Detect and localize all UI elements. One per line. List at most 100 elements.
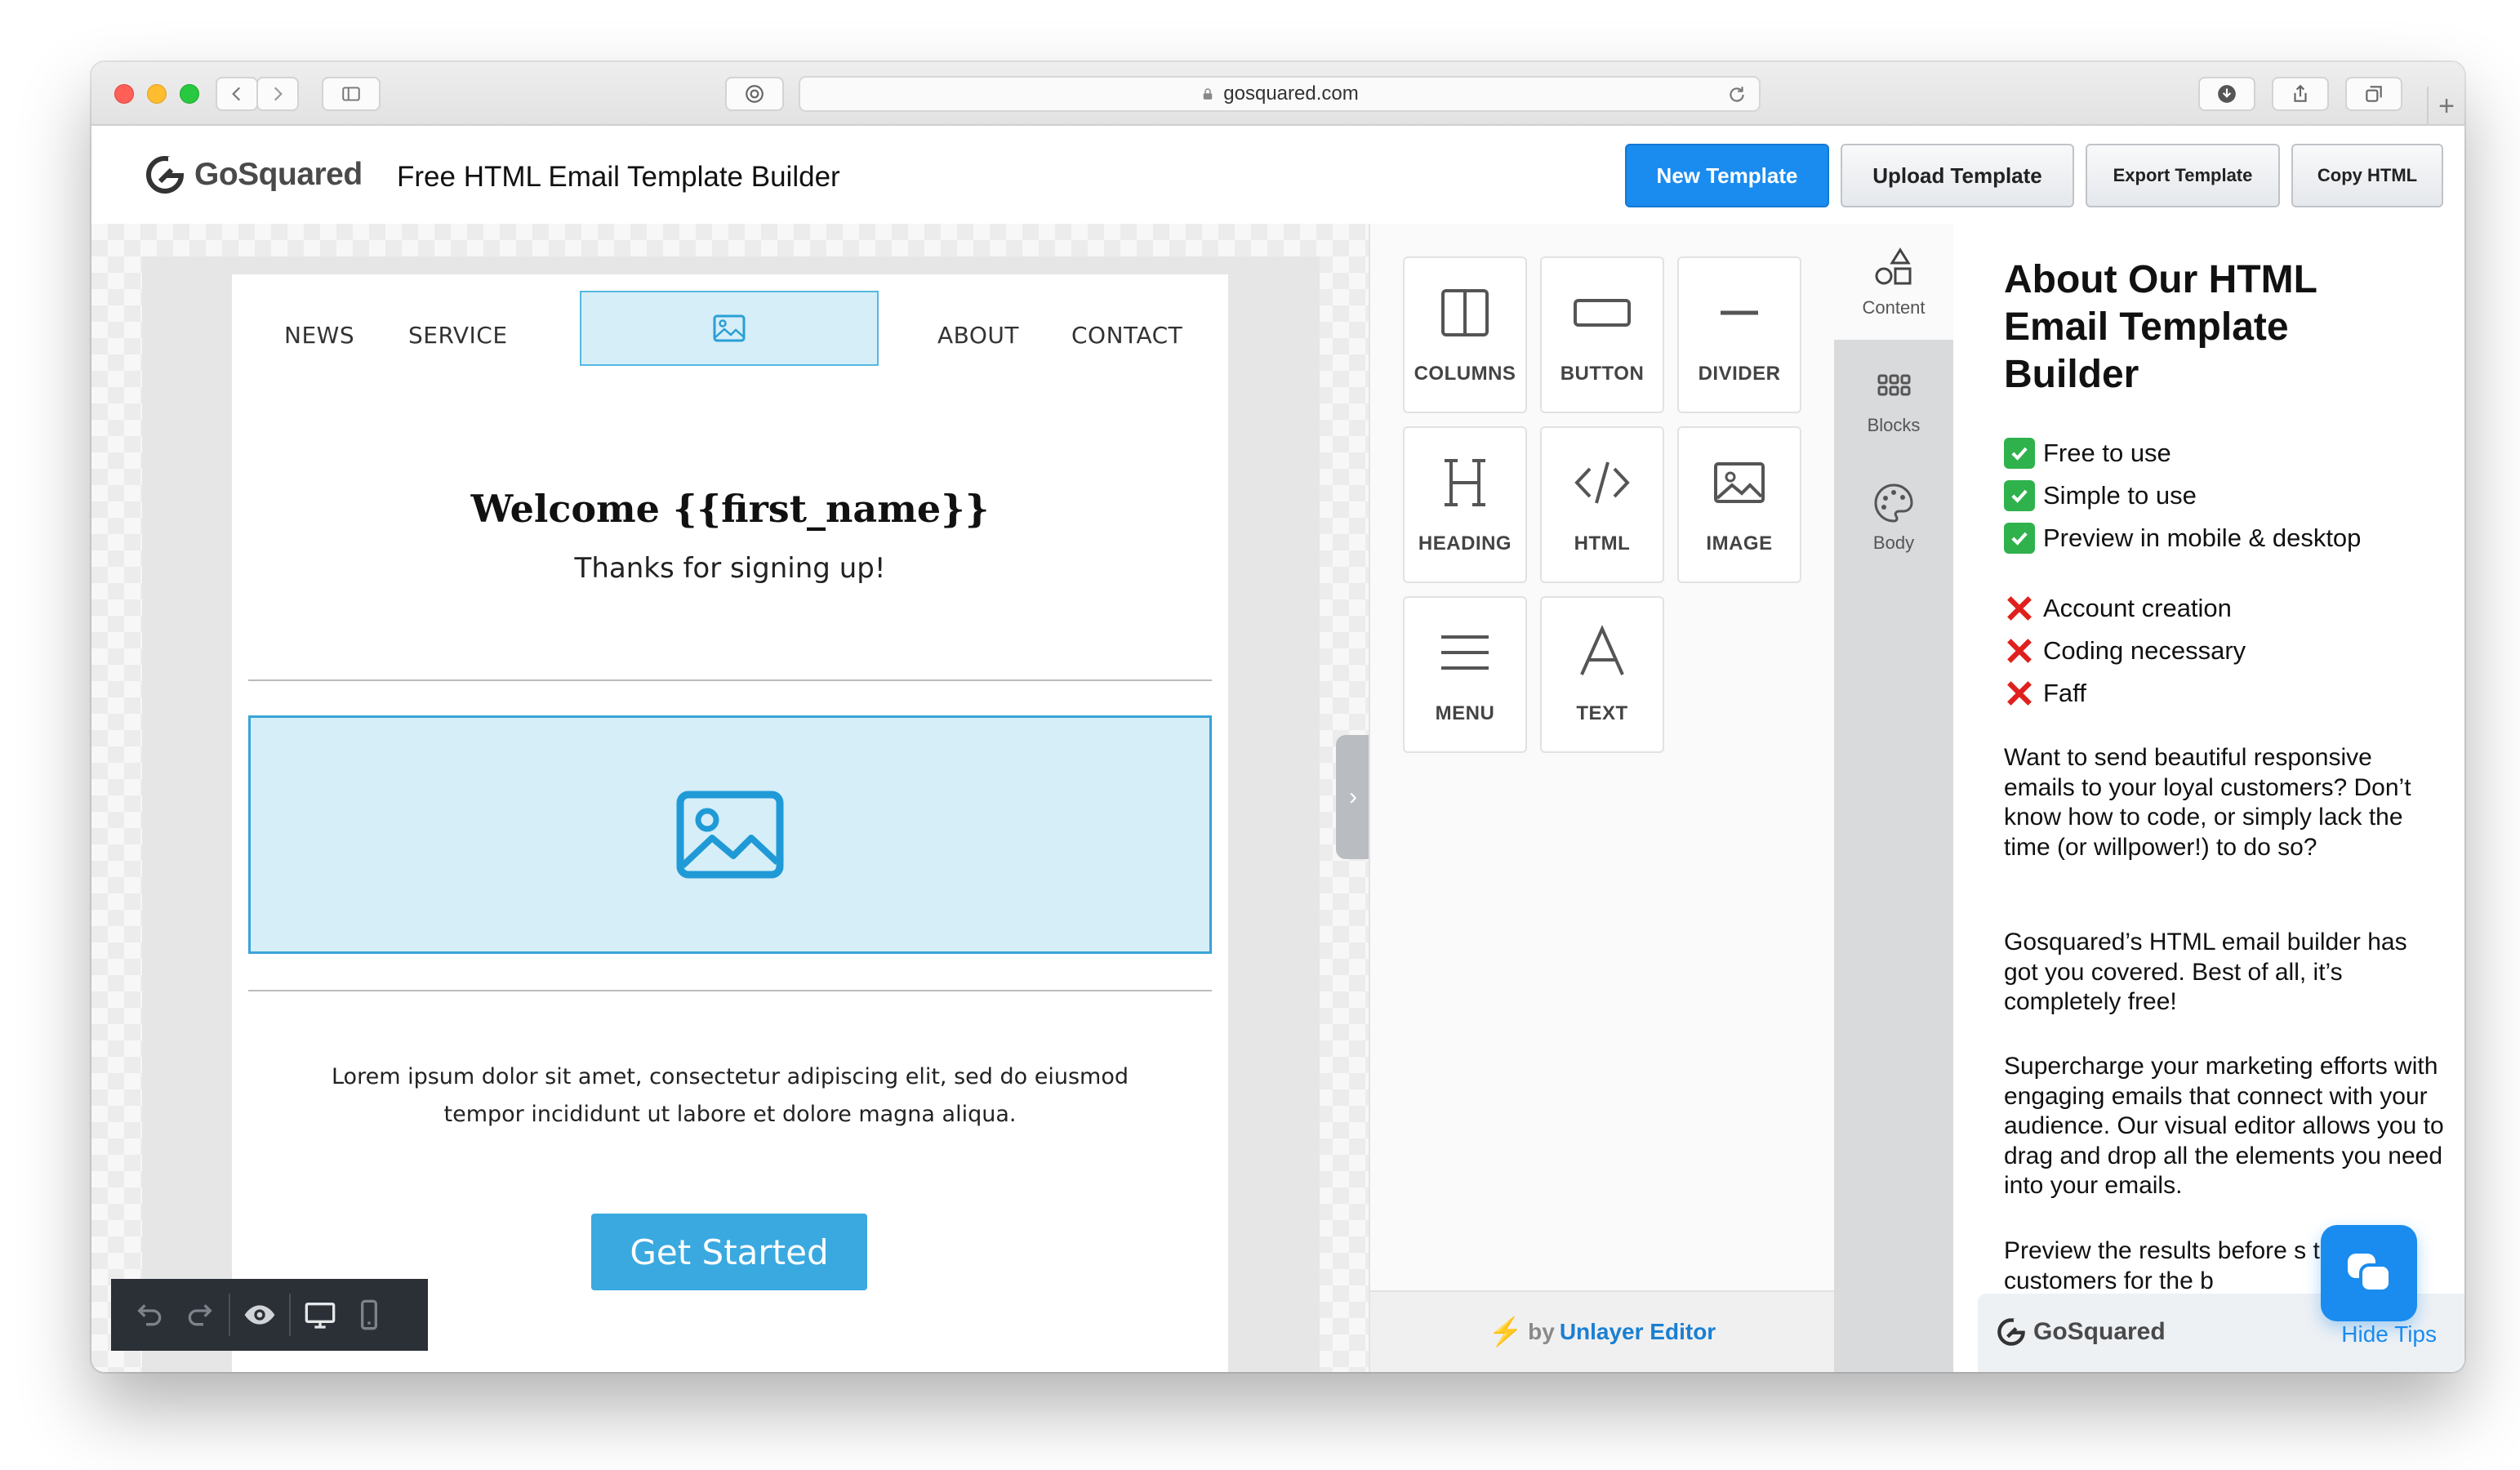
minimize-window-button[interactable] bbox=[147, 84, 167, 104]
redo-button[interactable] bbox=[175, 1279, 224, 1351]
tips-paragraph: Want to send beautiful responsive emails… bbox=[2004, 744, 2411, 861]
email-nav-news[interactable]: NEWS bbox=[284, 322, 354, 349]
gosquared-logo[interactable]: GoSquared bbox=[1996, 1316, 2166, 1348]
new-template-button[interactable]: New Template bbox=[1625, 144, 1829, 207]
grid-icon bbox=[1877, 374, 1911, 396]
address-url: gosquared.com bbox=[1223, 82, 1359, 105]
app-header: GoSquared Free HTML Email Template Build… bbox=[91, 126, 2464, 224]
pro-item: Free to use bbox=[2004, 438, 2171, 469]
mobile-view-button[interactable] bbox=[345, 1279, 394, 1351]
tab-content[interactable]: Content bbox=[1834, 224, 1953, 340]
shapes-icon bbox=[1875, 247, 1912, 285]
tool-heading[interactable]: HEADING bbox=[1403, 426, 1527, 583]
undo-icon bbox=[137, 1304, 162, 1326]
tips-paragraph: Supercharge your marketing efforts with … bbox=[2004, 1053, 2444, 1199]
copy-html-button[interactable]: Copy HTML bbox=[2291, 144, 2443, 207]
email-logo-placeholder[interactable] bbox=[580, 291, 879, 366]
check-icon bbox=[2004, 480, 2035, 511]
address-bar[interactable]: gosquared.com bbox=[799, 76, 1761, 112]
email-body-line: Lorem ipsum dolor sit amet, consectetur … bbox=[331, 1064, 1129, 1089]
close-window-button[interactable] bbox=[114, 84, 134, 104]
logo-text: GoSquared bbox=[194, 157, 363, 192]
code-icon bbox=[1574, 461, 1630, 504]
pro-item: Simple to use bbox=[2004, 480, 2197, 511]
email-nav-service[interactable]: SERVICE bbox=[408, 322, 508, 349]
con-item: Account creation bbox=[2004, 593, 2232, 624]
gosquared-logo-icon bbox=[1997, 1318, 2027, 1346]
tool-image[interactable]: IMAGE bbox=[1677, 426, 1801, 583]
tool-label: HTML bbox=[1574, 532, 1631, 555]
email-nav-about[interactable]: ABOUT bbox=[937, 322, 1019, 349]
pro-text: Simple to use bbox=[2043, 481, 2197, 510]
mobile-icon bbox=[361, 1299, 377, 1330]
reload-icon[interactable] bbox=[1726, 84, 1748, 105]
sidebar-toggle-button[interactable] bbox=[322, 77, 381, 111]
chat-icon bbox=[2348, 1254, 2392, 1293]
tool-columns[interactable]: COLUMNS bbox=[1403, 256, 1527, 413]
tool-divider[interactable]: DIVIDER bbox=[1677, 256, 1801, 413]
tool-menu[interactable]: MENU bbox=[1403, 596, 1527, 753]
content-tools-panel: COLUMNS BUTTON DIVIDER HEADING HTML IMAG… bbox=[1369, 224, 1834, 1372]
email-thanks-text[interactable]: Thanks for signing up! bbox=[232, 552, 1228, 585]
tab-overview-button[interactable] bbox=[2345, 77, 2402, 111]
redo-icon bbox=[188, 1304, 212, 1326]
tool-html[interactable]: HTML bbox=[1540, 426, 1664, 583]
email-welcome-heading[interactable]: Welcome {{first_name}} bbox=[232, 487, 1228, 531]
share-button[interactable] bbox=[2272, 77, 2329, 111]
email-body-text[interactable]: Lorem ipsum dolor sit amet, consectetur … bbox=[281, 1058, 1179, 1134]
page-title: Free HTML Email Template Builder bbox=[397, 161, 840, 193]
tool-text[interactable]: TEXT bbox=[1540, 596, 1664, 753]
new-tab-button[interactable]: + bbox=[2427, 87, 2464, 126]
privacy-report-button[interactable] bbox=[725, 77, 784, 111]
tab-body[interactable]: Body bbox=[1834, 459, 1953, 575]
email-nav-contact[interactable]: CONTACT bbox=[1071, 322, 1182, 349]
preview-button[interactable] bbox=[235, 1279, 284, 1351]
undo-button[interactable] bbox=[126, 1279, 175, 1351]
editor-side-tabs: Content Blocks Body bbox=[1834, 224, 1953, 1372]
button-icon bbox=[1574, 299, 1631, 327]
columns-icon bbox=[1441, 289, 1489, 336]
tool-label: IMAGE bbox=[1706, 532, 1773, 555]
upload-template-button[interactable]: Upload Template bbox=[1841, 144, 2074, 207]
con-item: Coding necessary bbox=[2004, 635, 2246, 666]
footer-logo-text: GoSquared bbox=[2033, 1318, 2166, 1345]
tips-title: About Our HTML Email Template Builder bbox=[2004, 258, 2317, 396]
downloads-button[interactable] bbox=[2198, 77, 2255, 111]
image-icon bbox=[1714, 462, 1765, 503]
unlayer-branding[interactable]: ⚡ by Unlayer Editor bbox=[1370, 1290, 1834, 1372]
email-body[interactable]: NEWS SERVICE ABOUT CONTACT Welcome {{fir… bbox=[232, 274, 1228, 1372]
con-text: Faff bbox=[2043, 679, 2086, 707]
cross-icon bbox=[2004, 593, 2035, 624]
sidebar-icon bbox=[342, 87, 360, 101]
pro-text: Free to use bbox=[2043, 439, 2171, 467]
email-get-started-button[interactable]: Get Started bbox=[591, 1214, 867, 1290]
desktop-icon bbox=[305, 1303, 336, 1329]
export-template-button[interactable]: Export Template bbox=[2086, 144, 2280, 207]
con-text: Coding necessary bbox=[2043, 636, 2246, 665]
tool-button[interactable]: BUTTON bbox=[1540, 256, 1664, 413]
palette-icon bbox=[1874, 483, 1913, 523]
zoom-window-button[interactable] bbox=[180, 84, 199, 104]
con-text: Account creation bbox=[2043, 594, 2232, 622]
editor-canvas[interactable]: NEWS SERVICE ABOUT CONTACT Welcome {{fir… bbox=[91, 224, 1369, 1372]
tab-label: Body bbox=[1872, 532, 1915, 553]
email-divider[interactable] bbox=[248, 679, 1212, 681]
email-hero-image-placeholder[interactable] bbox=[248, 715, 1212, 954]
tab-blocks[interactable]: Blocks bbox=[1834, 341, 1953, 457]
check-icon bbox=[2004, 438, 2035, 469]
collapse-panel-button[interactable]: › bbox=[1336, 735, 1369, 859]
gosquared-logo-icon bbox=[146, 156, 186, 194]
gosquared-logo[interactable]: GoSquared bbox=[144, 154, 363, 196]
email-divider[interactable] bbox=[248, 990, 1212, 991]
tool-label: HEADING bbox=[1418, 532, 1512, 555]
forward-button[interactable] bbox=[256, 77, 299, 111]
back-button[interactable] bbox=[216, 77, 258, 111]
image-icon bbox=[676, 791, 784, 879]
browser-titlebar: gosquared.com + bbox=[91, 62, 2464, 126]
chevron-left-icon bbox=[232, 87, 241, 101]
hide-tips-link[interactable]: Hide Tips bbox=[2341, 1321, 2437, 1348]
pro-item: Preview in mobile & desktop bbox=[2004, 523, 2361, 554]
chat-launcher-button[interactable] bbox=[2321, 1225, 2417, 1321]
desktop-view-button[interactable] bbox=[296, 1279, 345, 1351]
tab-label: Content bbox=[1862, 297, 1926, 318]
